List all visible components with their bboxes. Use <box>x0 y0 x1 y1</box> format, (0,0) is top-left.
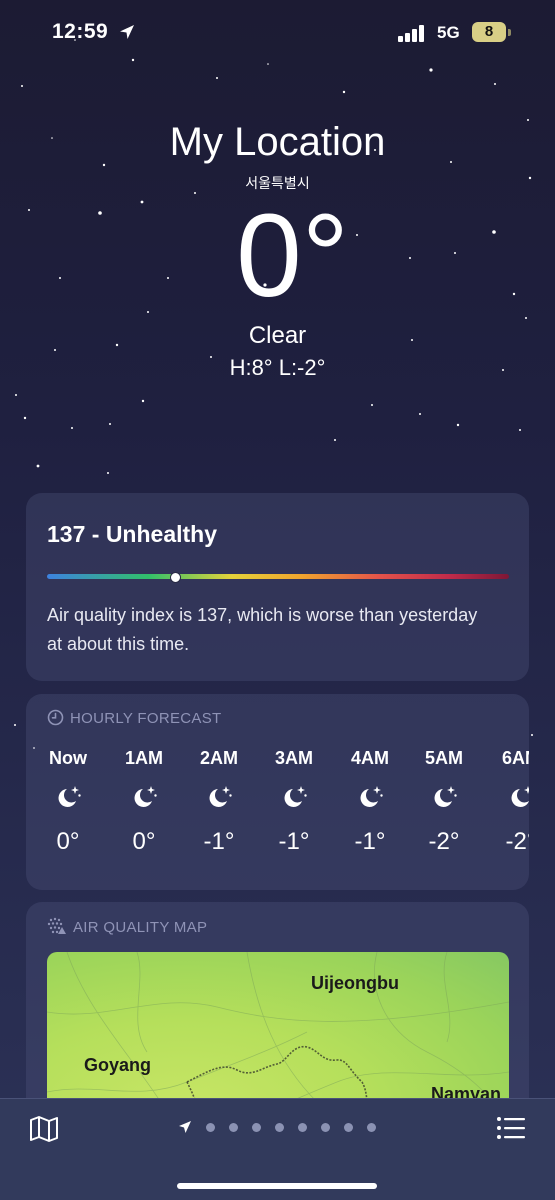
hour-label: 2AM <box>199 748 238 768</box>
hourly-header-label: HOURLY FORECAST <box>70 710 222 727</box>
moon-stars-icon <box>58 786 81 807</box>
air-quality-card[interactable]: 137 - Unhealthy Air quality index is 137… <box>26 493 529 681</box>
map-label-goyang: Goyang <box>84 1055 152 1075</box>
page-dot[interactable] <box>252 1123 261 1132</box>
aq-indicator <box>170 572 181 583</box>
aq-title: 137 - Unhealthy <box>47 521 217 547</box>
hour-item: 6AM -2° <box>481 744 529 857</box>
hour-temp: -2° <box>505 828 529 855</box>
page-dot[interactable] <box>298 1123 307 1132</box>
page-dot[interactable] <box>321 1123 330 1132</box>
clock-icon <box>47 709 64 726</box>
high-low: H:8° L:-2° <box>229 355 326 380</box>
hour-item: 4AM -1° <box>330 744 410 857</box>
map-icon[interactable] <box>28 1115 60 1143</box>
hour-temp: -1° <box>203 828 235 855</box>
toolbar-divider <box>0 1098 555 1099</box>
network-label: 5G <box>437 23 460 42</box>
air-quality-icon <box>47 917 66 934</box>
page-dot[interactable] <box>367 1123 376 1132</box>
current-weather: My Location 서울특별시 0° Clear H:8° L:-2° <box>0 112 555 384</box>
hour-temp: 0° <box>56 828 80 855</box>
moon-stars-icon <box>360 786 383 807</box>
aq-description: Air quality index is 137, which is worse… <box>47 605 478 654</box>
moon-stars-icon <box>134 786 157 807</box>
page-dot[interactable] <box>206 1123 215 1132</box>
hour-label: 5AM <box>424 748 463 768</box>
hourly-forecast-card[interactable]: HOURLY FORECAST Now 0° 1AM 0° 2AM -1° 3A… <box>26 694 529 890</box>
home-indicator[interactable] <box>177 1183 377 1189</box>
battery-icon: 8 <box>472 22 506 42</box>
location-arrow-icon <box>120 25 134 39</box>
status-bar: 12:59 5G 8 <box>0 0 555 66</box>
hour-item: 3AM -1° <box>254 744 334 857</box>
page-dot[interactable] <box>229 1123 238 1132</box>
battery-level: 8 <box>484 23 494 40</box>
hour-item: 1AM 0° <box>104 744 184 857</box>
hour-item: 5AM -2° <box>404 744 484 857</box>
moon-stars-icon <box>434 786 457 807</box>
current-temperature: 0° <box>236 190 349 322</box>
hour-label: 3AM <box>274 748 313 768</box>
location-title: My Location <box>169 120 386 164</box>
location-arrow-icon <box>179 1121 191 1133</box>
hour-item: Now 0° <box>28 744 108 857</box>
bottom-toolbar <box>0 1098 555 1200</box>
hour-label: 1AM <box>124 748 163 768</box>
hourly-list[interactable]: Now 0° 1AM 0° 2AM -1° 3AM -1° 4AM -1° 5A… <box>26 744 529 884</box>
aq-map-header-label: AIR QUALITY MAP <box>73 919 208 936</box>
hour-item: 2AM -1° <box>179 744 259 857</box>
moon-stars-icon <box>209 786 232 807</box>
page-dot[interactable] <box>275 1123 284 1132</box>
list-icon[interactable] <box>496 1116 526 1140</box>
hour-label: Now <box>49 748 87 768</box>
hour-label: 6AM <box>501 748 529 768</box>
hour-temp: -1° <box>278 828 310 855</box>
map-label-uijeongbu: Uijeongbu <box>311 973 399 993</box>
hour-temp: 0° <box>132 828 156 855</box>
hour-temp: -1° <box>354 828 386 855</box>
aq-scale-bar <box>47 574 509 579</box>
hourly-header: HOURLY FORECAST <box>47 709 221 727</box>
status-time: 12:59 <box>52 20 109 43</box>
battery-nub <box>508 29 511 36</box>
signal-icon <box>398 24 428 42</box>
weather-condition: Clear <box>248 322 307 349</box>
aq-map-header: AIR QUALITY MAP <box>47 917 207 936</box>
hour-temp: -2° <box>428 828 460 855</box>
page-dot[interactable] <box>344 1123 353 1132</box>
moon-stars-icon <box>284 786 307 807</box>
hour-label: 4AM <box>350 748 389 768</box>
moon-stars-icon <box>511 786 529 807</box>
